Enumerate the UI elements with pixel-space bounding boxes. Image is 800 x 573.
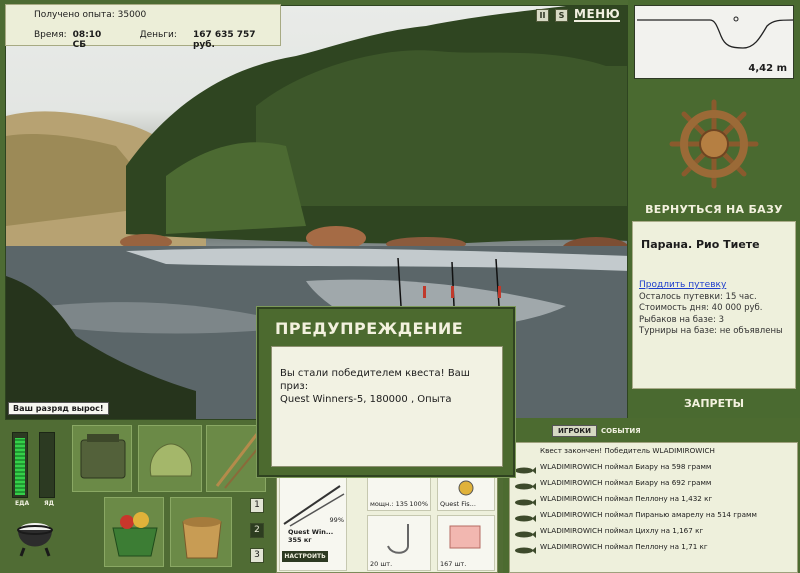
rod-percent: 99%: [329, 516, 344, 524]
exp-row: Получено опыта: 35000: [34, 10, 146, 20]
extend-license-link[interactable]: Продлить путевку: [639, 280, 726, 290]
rod-weight: 355 кг: [288, 536, 312, 544]
dialog-title: ПРЕДУПРЕЖДЕНИЕ: [275, 319, 464, 338]
event-text: WLADIMIROWICH поймал Пеллону на 1,432 кг: [540, 494, 713, 503]
fishers-count: Рыбаков на базе: 3: [639, 314, 724, 325]
event-item: WLADIMIROWICH поймал Биару на 598 грамм: [510, 459, 797, 475]
tournaments-status: Турниры на базе: не объявлены: [639, 325, 783, 336]
hook-cell[interactable]: 20 шт.: [367, 515, 431, 571]
poison-label: ЯД: [44, 500, 54, 507]
reel-power: мощн.: 135: [370, 500, 408, 508]
event-item: WLADIMIROWICH поймал Пеллону на 1,71 кг: [510, 539, 797, 555]
events-tabs: ИГРОКИ СОБЫТИЯ: [552, 425, 641, 437]
dialog-message-line2: Quest Winners-5, 180000 , Опыта: [280, 394, 452, 405]
rod-name: Quest Win...: [288, 528, 334, 536]
day-cost: Стоимость дня: 40 000 руб.: [639, 303, 763, 314]
event-item: Квест закончен! Победитель WLADIMIROWICH: [510, 443, 797, 459]
event-item: WLADIMIROWICH поймал Пеллону на 1,432 кг: [510, 491, 797, 507]
tab-players[interactable]: ИГРОКИ: [552, 425, 597, 437]
tab-events[interactable]: СОБЫТИЯ: [601, 427, 641, 435]
depth-value: 4,42 m: [748, 63, 787, 74]
menu-button[interactable]: МЕНЮ: [574, 8, 621, 22]
return-to-base-button[interactable]: ВЕРНУТЬСЯ НА БАЗУ: [634, 203, 794, 216]
tackle-box-slot[interactable]: [72, 425, 132, 492]
bait-cell[interactable]: 167 шт.: [437, 515, 495, 571]
reel-percent: 100%: [409, 500, 428, 508]
exp-label: Получено опыта:: [34, 10, 115, 20]
bans-button[interactable]: ЗАПРЕТЫ: [634, 397, 794, 410]
event-item: WLADIMIROWICH поймал Биару на 692 грамм: [510, 475, 797, 491]
tackle-box-icon: [80, 434, 126, 479]
bucket-icon: [182, 517, 222, 559]
ship-wheel-icon[interactable]: [668, 98, 760, 190]
stats-panel: Получено опыта: 35000 Время: 08:10 СБ Де…: [5, 4, 281, 50]
fish-icon: [514, 464, 536, 474]
hook-count: 20 шт.: [370, 560, 393, 568]
cauldron-icon[interactable]: [10, 512, 60, 562]
location-title: Парана. Рио Тиете: [641, 238, 760, 251]
vegetable-basket-icon: [112, 512, 158, 557]
depth-gauge: 4,42 m: [634, 5, 794, 79]
event-text: WLADIMIROWICH поймал Биару на 598 грамм: [540, 462, 712, 471]
event-text: WLADIMIROWICH поймал Пиранью амарелу на …: [540, 510, 757, 519]
rank-up-banner: Ваш разряд вырос!: [8, 402, 109, 415]
fish-icon: [514, 544, 536, 554]
bait-icon: [449, 525, 481, 549]
dialog-body: Вы стали победителем квеста! Ваш приз: Q…: [271, 346, 503, 467]
sound-icon[interactable]: S: [555, 8, 568, 22]
exp-value: 35000: [117, 10, 147, 20]
inventory-page-2[interactable]: 2: [250, 523, 264, 538]
line-spool-icon: [458, 480, 474, 496]
fish-icon: [514, 512, 536, 522]
license-remaining: Осталось путевки: 15 час.: [639, 292, 757, 302]
event-item: WLADIMIROWICH поймал Пиранью амарелу на …: [510, 507, 797, 523]
fish-icon: [514, 496, 536, 506]
top-controls: II S МЕНЮ: [536, 8, 621, 22]
event-text: WLADIMIROWICH поймал Биару на 692 грамм: [540, 478, 712, 487]
reel-cell[interactable]: мощн.: 135 100%: [367, 477, 431, 511]
event-item: WLADIMIROWICH поймал Цихлу на 1,167 кг: [510, 523, 797, 539]
bucket-slot[interactable]: [170, 497, 232, 567]
food-label: ЕДА: [15, 500, 30, 507]
time-value: 08:10 СБ: [72, 30, 102, 50]
events-list: Квест закончен! Победитель WLADIMIROWICH…: [509, 442, 798, 573]
location-details: Осталось путевки: 15 час. Стоимость дня:…: [639, 292, 783, 337]
pause-icon[interactable]: II: [536, 8, 549, 22]
dialog-message-line1: Вы стали победителем квеста! Ваш приз:: [280, 368, 470, 392]
inventory-page-1[interactable]: 1: [250, 498, 264, 513]
event-text: WLADIMIROWICH поймал Пеллону на 1,71 кг: [540, 542, 708, 551]
poison-meter: [39, 432, 55, 498]
time-money-row: Время: 08:10 СБ Деньги: 167 635 757 руб.: [34, 30, 280, 50]
event-text: WLADIMIROWICH поймал Цихлу на 1,167 кг: [540, 526, 704, 535]
fish-icon: [514, 528, 536, 538]
time-label: Время:: [34, 30, 67, 40]
inventory-page-3[interactable]: 3: [250, 548, 264, 563]
bait-bag-slot[interactable]: [138, 425, 202, 492]
food-meter: [12, 432, 28, 498]
fish-icon: [514, 480, 536, 490]
line-cell[interactable]: Quest Fis...: [437, 477, 495, 511]
line-name: Quest Fis...: [440, 500, 476, 508]
bait-count: 167 шт.: [440, 560, 467, 568]
money-value: 167 635 757 руб.: [192, 30, 256, 50]
rank-up-text: Ваш разряд вырос!: [13, 404, 104, 413]
event-text: Квест закончен! Победитель WLADIMIROWICH: [540, 446, 715, 455]
adjust-button[interactable]: НАСТРОИТЬ: [282, 551, 328, 562]
food-meter-fill: [15, 438, 25, 495]
hook-icon: [387, 524, 409, 554]
warning-dialog: ПРЕДУПРЕЖДЕНИЕ Вы стали победителем квес…: [257, 307, 515, 477]
money-label: Деньги:: [139, 30, 177, 40]
bait-bag-icon: [149, 443, 193, 477]
quest-icon: [514, 448, 536, 455]
basket-slot[interactable]: [104, 497, 164, 567]
location-info: Парана. Рио Тиете Продлить путевку Остал…: [632, 221, 796, 389]
